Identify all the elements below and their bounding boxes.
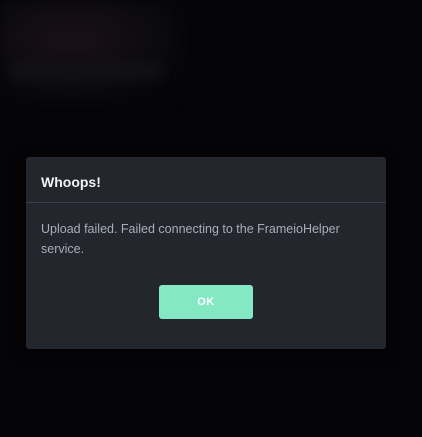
blurred-background-band xyxy=(12,62,162,80)
dialog-header: Whoops! xyxy=(26,157,386,203)
dialog-title: Whoops! xyxy=(41,174,101,190)
app-backdrop: Whoops! Upload failed. Failed connecting… xyxy=(0,0,422,437)
dialog-footer: OK xyxy=(26,285,386,319)
blurred-background-thumbnail xyxy=(0,0,180,100)
dialog-message: Upload failed. Failed connecting to the … xyxy=(41,222,340,256)
ok-button[interactable]: OK xyxy=(159,285,253,319)
error-dialog: Whoops! Upload failed. Failed connecting… xyxy=(26,157,386,349)
